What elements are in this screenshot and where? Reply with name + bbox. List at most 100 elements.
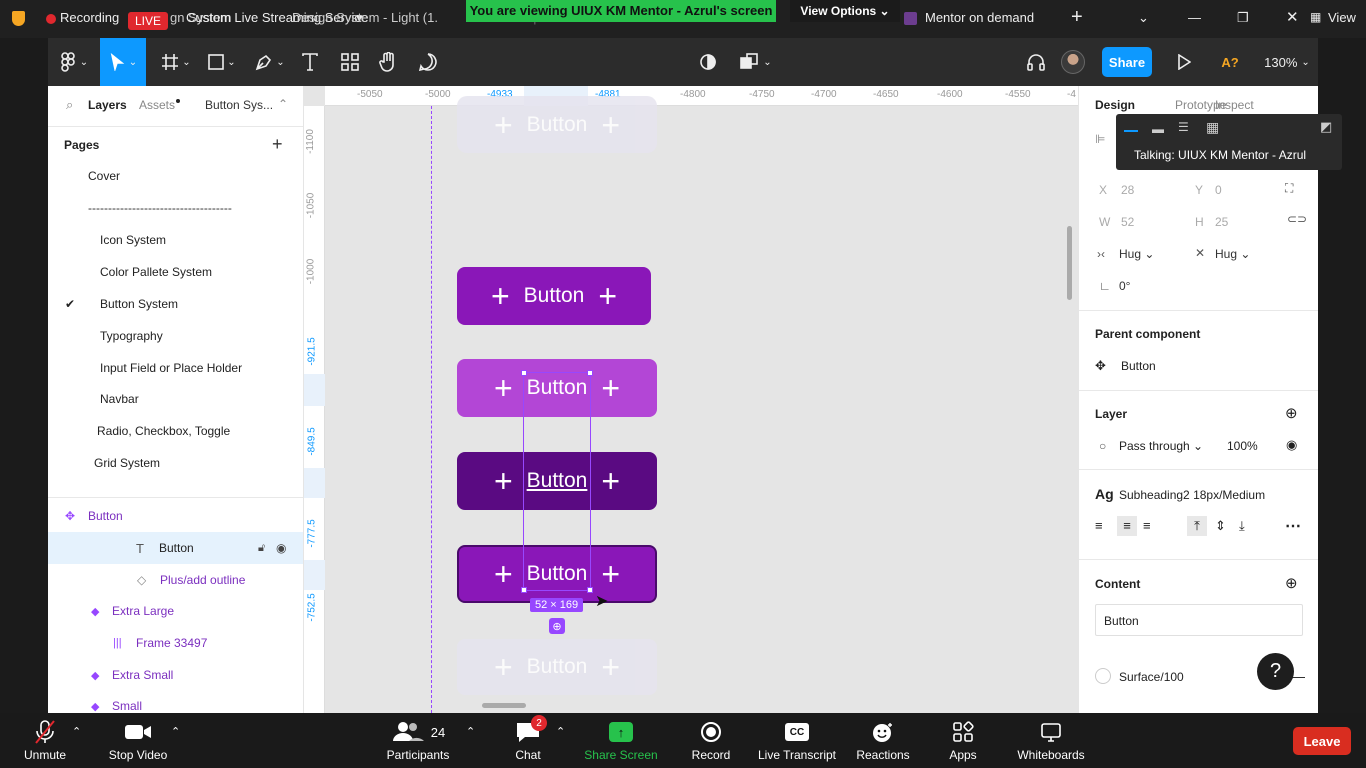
go-to-icon[interactable]: ⊕ [1285, 574, 1298, 592]
maximize-icon[interactable]: ❐ [1237, 10, 1249, 26]
apps-button[interactable]: Apps [944, 713, 982, 768]
align-top-icon[interactable]: ⤒ [1187, 516, 1207, 536]
minimize-icon[interactable]: — [1188, 10, 1201, 25]
headphones-icon[interactable] [1024, 38, 1048, 86]
text-tool-icon[interactable] [298, 38, 322, 86]
layer-extra-small[interactable]: ◆ Extra Small [48, 659, 303, 691]
w-field[interactable]: 52 [1121, 215, 1134, 229]
audio-options-chevron-icon[interactable]: ⌃ [72, 725, 81, 738]
rectangle-tool-icon[interactable]: ⌄ [204, 38, 240, 86]
avatar[interactable] [1060, 38, 1086, 86]
live-transcript-button[interactable]: CC Live Transcript [756, 713, 838, 768]
tab-design-system-light[interactable]: Design System - Light (1. [292, 10, 438, 25]
tab-recording[interactable]: Recording [60, 10, 119, 25]
new-tab-icon[interactable]: + [1071, 6, 1083, 29]
components-icon[interactable] [338, 38, 362, 86]
page-item-navbar[interactable]: Navbar [48, 383, 303, 415]
unmute-button[interactable]: Unmute [16, 713, 74, 768]
resize-handle[interactable] [587, 587, 593, 593]
tab-layers[interactable]: Layers [88, 98, 127, 112]
opacity-field[interactable]: 100% [1227, 439, 1258, 453]
resize-handle[interactable] [587, 370, 593, 376]
layer-extra-large[interactable]: ◆ Extra Large [48, 595, 303, 627]
layer-plus-add-outline[interactable]: ◇ Plus/add outline [48, 564, 303, 596]
resize-handle[interactable] [521, 587, 527, 593]
split-view-icon[interactable]: ☰ [1178, 120, 1189, 134]
fill-style-label[interactable]: Surface/100 [1119, 670, 1184, 684]
crosshair-icon[interactable]: ⊕ [549, 618, 565, 634]
page-item-divider[interactable]: ------------------------------------ [48, 192, 303, 224]
selection-box[interactable] [521, 370, 593, 593]
align-text-right-icon[interactable]: ≡ [1143, 518, 1151, 533]
y-field[interactable]: 0 [1215, 183, 1222, 197]
align-text-center-icon[interactable]: ≡ [1117, 516, 1137, 536]
close-icon[interactable]: ✕ [1286, 8, 1299, 26]
content-input[interactable]: Button [1095, 604, 1303, 636]
zoom-dropdown[interactable]: 130% ⌄ [1262, 38, 1312, 86]
page-item-color-pallete[interactable]: Color Pallete System [48, 256, 303, 288]
figma-menu-icon[interactable]: ⌄ [56, 38, 92, 86]
reactions-button[interactable]: Reactions [856, 713, 910, 768]
search-icon[interactable]: ⌕ [66, 97, 73, 113]
eye-icon[interactable]: ◉ [276, 541, 286, 555]
chat-button[interactable]: 2 Chat [508, 713, 548, 768]
grid-view-icon[interactable]: ▦ [1206, 119, 1219, 136]
text-style-label[interactable]: Subheading2 18px/Medium [1119, 488, 1265, 502]
video-options-chevron-icon[interactable]: ⌃ [171, 725, 180, 738]
participants-button[interactable]: 24 Participants [384, 713, 452, 768]
horizontal-resizing-dropdown[interactable]: Hug ⌄ [1119, 247, 1154, 261]
lock-icon[interactable]: 🔓︎ [258, 542, 265, 555]
page-item-grid-system[interactable]: Grid System [48, 447, 303, 479]
chat-chevron-icon[interactable]: ⌃ [556, 725, 565, 738]
gallery-view-icon[interactable]: ▬ [1152, 122, 1164, 136]
resize-handle[interactable] [521, 370, 527, 376]
canvas-button-disabled-top[interactable]: + Button + [457, 96, 657, 153]
canvas-button-extra-large[interactable]: + Button + [457, 267, 651, 325]
share-screen-button[interactable]: ↑ Share Screen [584, 713, 658, 768]
page-item-input-field[interactable]: Input Field or Place Holder [48, 352, 303, 384]
align-left-icon[interactable]: ⊫ [1095, 132, 1105, 146]
go-to-icon[interactable]: ⊕ [1285, 404, 1298, 422]
constrain-proportions-icon[interactable]: ⊂⊃ [1287, 212, 1307, 226]
layer-frame-33497[interactable]: ||| Frame 33497 [48, 627, 303, 659]
add-page-icon[interactable]: + [272, 134, 283, 155]
page-item-typography[interactable]: Typography [48, 320, 303, 352]
hand-tool-icon[interactable] [376, 38, 400, 86]
constraints-icon[interactable]: ⛶ [1285, 181, 1293, 196]
tab-assets[interactable]: Assets [139, 98, 175, 112]
leave-button[interactable]: Leave [1293, 727, 1351, 755]
h-field[interactable]: 25 [1215, 215, 1228, 229]
component-instance-icon[interactable]: ⌄ [738, 38, 774, 86]
more-options-icon[interactable]: ⋯ [1285, 516, 1301, 536]
frame-tool-icon[interactable]: ⌄ [158, 38, 194, 86]
view-options-button[interactable]: View Options ⌄ [790, 0, 900, 22]
contrast-icon[interactable] [696, 38, 720, 86]
page-item-button-system[interactable]: ✔ Button System [48, 288, 303, 320]
design-canvas[interactable]: -5050 -5000 -4933 -4881 -4800 -4750 -470… [304, 86, 1078, 713]
vertical-resizing-dropdown[interactable]: Hug ⌄ [1215, 247, 1250, 261]
page-item-icon-system[interactable]: Icon System [48, 224, 303, 256]
x-field[interactable]: 28 [1121, 183, 1134, 197]
align-middle-icon[interactable]: ⇕ [1215, 518, 1226, 534]
page-item-cover[interactable]: Cover [48, 160, 303, 192]
chevron-up-icon[interactable]: ⌃ [278, 97, 288, 111]
move-tool-icon[interactable]: ⌄ [100, 38, 146, 86]
color-swatch-icon[interactable] [1095, 668, 1111, 684]
canvas-button-disabled[interactable]: + Button + [457, 639, 657, 695]
tab-mentor-on-demand[interactable]: Mentor on demand [925, 10, 1034, 25]
layer-button-text[interactable]: T Button 🔓︎ ◉ [48, 532, 303, 564]
vertical-scrollbar[interactable] [1067, 226, 1072, 300]
tab-inspect[interactable]: Inspect [1215, 98, 1254, 112]
layer-button-component-set[interactable]: ✥ Button [48, 500, 303, 532]
tab-design[interactable]: Design [1095, 98, 1135, 112]
align-bottom-icon[interactable]: ⤓ [1239, 518, 1245, 534]
view-icon[interactable]: ▦ [1310, 10, 1321, 24]
stop-video-button[interactable]: Stop Video [106, 713, 170, 768]
participants-chevron-icon[interactable]: ⌃ [466, 725, 475, 738]
horizontal-scrollbar[interactable] [482, 703, 526, 708]
blend-mode-dropdown[interactable]: Pass through ⌄ [1119, 439, 1203, 453]
whiteboards-button[interactable]: Whiteboards [1014, 713, 1088, 768]
parent-component-link[interactable]: Button [1121, 359, 1156, 373]
present-play-icon[interactable] [1172, 38, 1196, 86]
pen-tool-icon[interactable]: ⌄ [252, 38, 288, 86]
